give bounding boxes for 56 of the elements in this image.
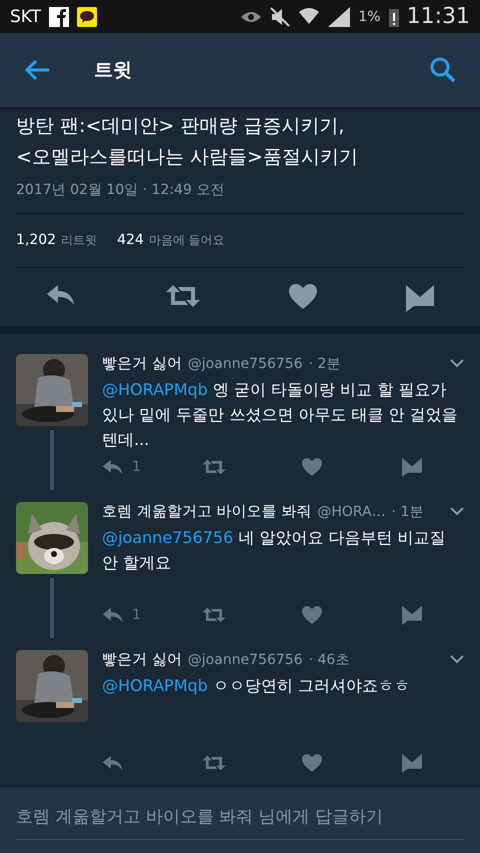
retweet-icon[interactable] xyxy=(164,284,201,308)
heart-icon[interactable] xyxy=(302,458,322,476)
heart-icon[interactable] xyxy=(302,606,322,624)
mention-link[interactable]: @joanne756756 xyxy=(102,528,234,547)
author-handle: @joanne756756 xyxy=(188,356,303,372)
chevron-icon[interactable] xyxy=(450,359,464,368)
retweet-icon[interactable] xyxy=(202,459,226,475)
envelope-icon[interactable] xyxy=(402,753,422,773)
chat-app-icon xyxy=(77,6,98,26)
battery-percent: 1% xyxy=(358,8,381,24)
envelope-icon[interactable] xyxy=(402,457,422,477)
reply-count: 1 xyxy=(132,459,141,475)
screen-title: 트윗 xyxy=(94,58,132,83)
reply-count: 1 xyxy=(132,607,141,623)
author-handle: @joanne756756 xyxy=(188,652,303,668)
eye-icon xyxy=(240,10,262,24)
stat-count: 1,202 xyxy=(16,232,56,248)
chevron-icon[interactable] xyxy=(450,655,464,664)
mute-icon xyxy=(270,6,290,26)
tweet-time: · 2분 xyxy=(308,355,340,373)
reply-icon[interactable] xyxy=(102,755,124,771)
facebook-icon xyxy=(49,6,70,26)
heart-icon[interactable] xyxy=(289,284,318,309)
stat-label: 리트윗 xyxy=(61,233,98,247)
heart-icon[interactable] xyxy=(302,754,322,772)
mention-link[interactable]: @HORAPMqb xyxy=(102,676,208,695)
retweet-icon[interactable] xyxy=(202,755,226,771)
author-name[interactable]: 빻은거 싫어 xyxy=(102,650,182,669)
clock: 11:31 xyxy=(406,4,470,29)
signal-icon xyxy=(328,6,350,26)
author-name[interactable]: 호렘 계욺할거고 바이오를 봐줘 xyxy=(102,502,312,521)
battery-icon xyxy=(388,6,399,26)
reply-field[interactable]: 호렘 계욺할거고 바이오를 봐줘 님에게 답글하기 xyxy=(0,786,480,853)
tweet-date: 2017년 02월 10일 · 12:49 오전 xyxy=(16,173,464,214)
carrier-name: SKT xyxy=(10,6,42,26)
tweet-text: <오멜라스를떠나는 사람들>품절시키기 xyxy=(16,145,359,170)
envelope-icon[interactable] xyxy=(402,605,422,625)
tweet-text: @joanne756756 네 알았어요 다음부턴 비교질 안 할게요 xyxy=(102,527,447,574)
author-name[interactable]: 빻은거 싫어 xyxy=(102,354,182,373)
retweet-icon[interactable] xyxy=(202,607,226,623)
tweet-time: · 1분 xyxy=(392,503,424,521)
tweet-text: @HORAPMqb ㅇㅇ당연히 그러셔야죠ㅎㅎ xyxy=(102,675,411,697)
stat-count: 424 xyxy=(117,232,144,248)
tweet-text: 방탄 팬:<데미안> 판매량 급증시키기, xyxy=(16,114,346,139)
reply-icon[interactable] xyxy=(102,459,124,475)
author-handle: @HORA… xyxy=(317,504,386,520)
search-icon[interactable] xyxy=(430,57,456,83)
back-icon[interactable] xyxy=(24,59,50,81)
reply-icon[interactable] xyxy=(102,607,124,623)
mention-link[interactable]: @HORAPMqb xyxy=(102,380,208,399)
tweet-time: · 46초 xyxy=(308,651,350,669)
tweet-text: @HORAPMqb 엥 굳이 타돌이랑 비교 할 필요가 있나 밑에 두줄만 쓰셨으면 아무도 태클 안 걸었을 텐데... xyxy=(102,379,459,451)
stat-label: 마음에 들어요 xyxy=(148,233,225,247)
envelope-icon[interactable] xyxy=(406,284,434,312)
chevron-icon[interactable] xyxy=(450,507,464,516)
reply-icon[interactable] xyxy=(46,284,76,306)
